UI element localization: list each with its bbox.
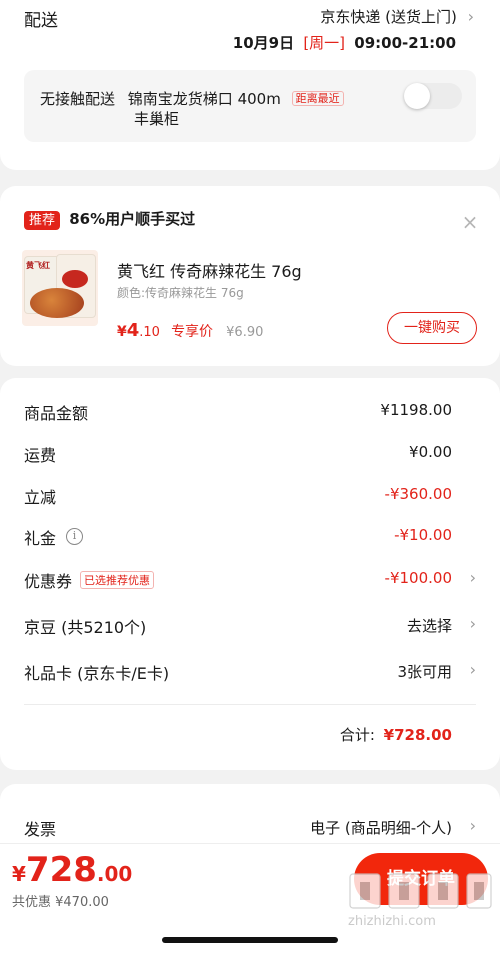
shipping-label: 运费 [24,446,57,465]
summary-row-coupon[interactable]: 优惠券 已选推荐优惠 -¥100.00 › [0,568,500,592]
home-indicator [162,937,338,943]
total-label: 合计: [339,726,375,744]
divider [24,704,476,705]
contactless-title: 无接触配送 [40,90,116,108]
giftcard-label: 礼品卡 (京东卡/E卡) [24,664,170,683]
gift-money-value: -¥10.00 [394,526,452,544]
delivery-card: 配送 京东快递 (送货上门) › 10月9日 [周一] 09:00-21:00 … [0,0,500,170]
delivery-weekday: [周一] [303,34,346,52]
chevron-right-icon: › [467,7,474,26]
summary-row-discount: 立减 -¥360.00 [0,484,500,508]
pay-int: 728 [25,850,97,890]
coupon-tag: 已选推荐优惠 [80,571,154,589]
price-symbol: ¥ [117,324,127,340]
product-brand-logo: 黄飞红 [26,261,50,270]
total-line: 合计: ¥728.00 [340,724,452,745]
summary-row-gift-money: 礼金 i -¥10.00 [0,525,500,549]
invoice-label: 发票 [24,820,57,839]
goods-amount-label: 商品金额 [24,404,89,423]
coupon-value: -¥100.00 [384,569,452,587]
recommend-header: 推荐 86%用户顺手买过 [24,208,196,230]
nearest-tag: 距离最近 [291,91,344,106]
price-type: 专享价 [171,324,214,340]
chevron-right-icon: › [469,614,476,633]
submit-order-button[interactable]: 提交订单 [354,853,488,905]
giftcard-value: 3张可用 [397,663,452,681]
invoice-value: 电子 (商品明细-个人) [310,819,452,837]
one-click-buy-label: 一键购买 [404,320,460,336]
chevron-right-icon: › [469,568,476,587]
location-line2: 丰巢柜 [134,110,180,128]
delivery-timeslot: 09:00-21:00 [354,34,456,52]
gift-money-label: 礼金 [24,529,57,548]
close-icon[interactable]: × [460,212,480,232]
coupon-label: 优惠券 [24,572,73,591]
summary-row-goods: 商品金额 ¥1198.00 [0,400,500,424]
product-price: ¥4.10 专享价 ¥6.90 [117,320,263,341]
product-color: 颜色:传奇麻辣花生 76g [117,286,244,300]
recommend-card: 推荐 86%用户顺手买过 × 黄飞红 黄飞红 传奇麻辣花生 76g 颜色:传奇麻… [0,186,500,366]
summary-row-jingdou[interactable]: 京豆 (共5210个) 去选择 › [0,614,500,638]
price-int: 4 [126,320,140,341]
watermark-url: zhizhizhi.com [348,914,436,929]
summary-card: 商品金额 ¥1198.00 运费 ¥0.00 立减 -¥360.00 礼金 i … [0,378,500,770]
summary-row-giftcard[interactable]: 礼品卡 (京东卡/E卡) 3张可用 › [0,660,500,684]
chevron-right-icon: › [469,816,476,835]
price-dec: .10 [139,325,160,340]
bottom-bar: ¥728.00 共优惠 ¥470.00 提交订单 zhizhizhi.com [0,843,500,955]
chevron-right-icon: › [469,660,476,679]
discount-label: 立减 [24,488,57,507]
goods-amount-value: ¥1198.00 [380,401,452,419]
info-icon[interactable]: i [66,528,83,545]
total-value: ¥728.00 [383,726,452,744]
product-name[interactable]: 黄飞红 传奇麻辣花生 76g [117,258,302,282]
recommend-tag: 推荐 [24,211,61,230]
contactless-toggle[interactable] [404,83,462,109]
product-image[interactable]: 黄飞红 [22,250,98,326]
contactless-box[interactable]: 无接触配送 锦南宝龙货梯口 400m 距离最近 丰巢柜 [24,70,476,142]
savings-text: 共优惠 ¥470.00 [12,895,109,910]
pay-amount: ¥728.00 [12,850,132,890]
location-line1: 锦南宝龙货梯口 400m [127,90,281,108]
one-click-buy-button[interactable]: 一键购买 [387,312,477,344]
delivery-label: 配送 [24,11,58,31]
delivery-date: 10月9日 [232,34,295,52]
product-peanuts [30,288,84,318]
shipping-value: ¥0.00 [409,443,452,461]
original-price: ¥6.90 [226,325,264,340]
contactless-line1: 无接触配送 锦南宝龙货梯口 400m 距离最近 [40,88,344,109]
discount-value: -¥360.00 [384,485,452,503]
product-chili [62,270,88,288]
toggle-knob [404,83,430,109]
delivery-method-text: 京东快递 (送货上门) [320,8,457,26]
pay-currency: ¥ [12,862,26,886]
jingdou-value: 去选择 [406,617,452,635]
pay-dec: .00 [96,862,133,886]
summary-row-shipping: 运费 ¥0.00 [0,442,500,466]
jingdou-label: 京豆 (共5210个) [24,618,147,637]
recommend-title: 86%用户顺手买过 [69,210,196,228]
submit-order-label: 提交订单 [387,869,455,889]
delivery-time: 10月9日 [周一] 09:00-21:00 [233,32,456,53]
delivery-method[interactable]: 京东快递 (送货上门) › [320,6,474,27]
